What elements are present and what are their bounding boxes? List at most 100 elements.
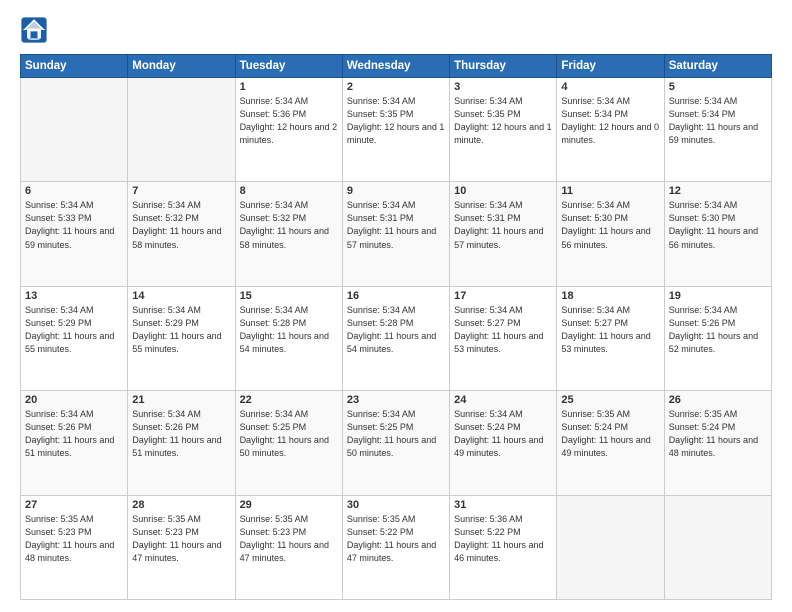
calendar-cell [128, 78, 235, 182]
day-number: 31 [454, 499, 552, 511]
calendar-cell: 21Sunrise: 5:34 AMSunset: 5:26 PMDayligh… [128, 391, 235, 495]
day-info: Sunrise: 5:34 AMSunset: 5:34 PMDaylight:… [561, 95, 659, 147]
day-number: 22 [240, 394, 338, 406]
calendar-cell: 19 Sunrise: 5:34 AMSunset: 5:26 PMDayligh… [664, 286, 771, 390]
day-info: Sunrise: 5:34 AMSunset: 5:32 PMDaylight:… [240, 199, 338, 251]
logo-icon [20, 16, 48, 44]
day-info: Sunrise: 5:34 AMSunset: 5:31 PMDaylight:… [347, 199, 445, 251]
day-info: Sunrise: 5:34 AMSunset: 5:36 PMDaylight:… [240, 95, 338, 147]
calendar-header-row: SundayMondayTuesdayWednesdayThursdayFrid… [21, 55, 772, 78]
day-number: 4 [561, 81, 659, 93]
day-info: Sunrise: 5:35 AMSunset: 5:23 PMDaylight:… [132, 513, 230, 565]
calendar-week-row: 27 Sunrise: 5:35 AMSunset: 5:23 PMDayligh… [21, 495, 772, 599]
calendar-cell: 25 Sunrise: 5:35 AMSunset: 5:24 PMDayligh… [557, 391, 664, 495]
day-number: 25 [561, 394, 659, 406]
day-info: Sunrise: 5:34 AMSunset: 5:27 PMDaylight:… [561, 304, 659, 356]
day-number: 13 [25, 290, 123, 302]
calendar-cell: 4 Sunrise: 5:34 AMSunset: 5:34 PMDaylight… [557, 78, 664, 182]
day-info: Sunrise: 5:34 AMSunset: 5:35 PMDaylight:… [454, 95, 552, 147]
day-info: Sunrise: 5:34 AMSunset: 5:32 PMDaylight:… [132, 199, 230, 251]
calendar-header-thursday: Thursday [450, 55, 557, 78]
day-info: Sunrise: 5:34 AMSunset: 5:26 PMDaylight:… [669, 304, 767, 356]
calendar-cell: 20Sunrise: 5:34 AMSunset: 5:26 PMDayligh… [21, 391, 128, 495]
day-info: Sunrise: 5:34 AMSunset: 5:31 PMDaylight:… [454, 199, 552, 251]
calendar-cell: 10 Sunrise: 5:34 AMSunset: 5:31 PMDayligh… [450, 182, 557, 286]
calendar-cell: 29 Sunrise: 5:35 AMSunset: 5:23 PMDayligh… [235, 495, 342, 599]
day-info: Sunrise: 5:34 AMSunset: 5:28 PMDaylight:… [347, 304, 445, 356]
calendar-cell: 23 Sunrise: 5:34 AMSunset: 5:25 PMDayligh… [342, 391, 449, 495]
day-number: 29 [240, 499, 338, 511]
calendar-cell: 14Sunrise: 5:34 AMSunset: 5:29 PMDayligh… [128, 286, 235, 390]
day-number: 23 [347, 394, 445, 406]
day-info: Sunrise: 5:34 AMSunset: 5:26 PMDaylight:… [132, 408, 230, 460]
calendar-cell: 28 Sunrise: 5:35 AMSunset: 5:23 PMDayligh… [128, 495, 235, 599]
calendar-cell: 5 Sunrise: 5:34 AMSunset: 5:34 PMDaylight… [664, 78, 771, 182]
day-number: 5 [669, 81, 767, 93]
day-info: Sunrise: 5:34 AMSunset: 5:30 PMDaylight:… [669, 199, 767, 251]
calendar-cell [557, 495, 664, 599]
header [20, 16, 772, 44]
day-number: 20 [25, 394, 123, 406]
day-number: 11 [561, 185, 659, 197]
day-number: 28 [132, 499, 230, 511]
day-number: 19 [669, 290, 767, 302]
day-info: Sunrise: 5:34 AMSunset: 5:34 PMDaylight:… [669, 95, 767, 147]
day-info: Sunrise: 5:34 AMSunset: 5:29 PMDaylight:… [132, 304, 230, 356]
calendar-header-sunday: Sunday [21, 55, 128, 78]
day-number: 16 [347, 290, 445, 302]
page: SundayMondayTuesdayWednesdayThursdayFrid… [0, 0, 792, 612]
calendar-cell: 7 Sunrise: 5:34 AMSunset: 5:32 PMDaylight… [128, 182, 235, 286]
calendar-cell: 18 Sunrise: 5:34 AMSunset: 5:27 PMDayligh… [557, 286, 664, 390]
calendar-cell [664, 495, 771, 599]
day-number: 27 [25, 499, 123, 511]
calendar-cell [21, 78, 128, 182]
day-number: 8 [240, 185, 338, 197]
day-number: 2 [347, 81, 445, 93]
day-info: Sunrise: 5:34 AMSunset: 5:27 PMDaylight:… [454, 304, 552, 356]
calendar-week-row: 13 Sunrise: 5:34 AMSunset: 5:29 PMDayligh… [21, 286, 772, 390]
calendar-cell: 8 Sunrise: 5:34 AMSunset: 5:32 PMDaylight… [235, 182, 342, 286]
day-info: Sunrise: 5:35 AMSunset: 5:22 PMDaylight:… [347, 513, 445, 565]
calendar-cell: 31Sunrise: 5:36 AMSunset: 5:22 PMDayligh… [450, 495, 557, 599]
calendar-cell: 12 Sunrise: 5:34 AMSunset: 5:30 PMDayligh… [664, 182, 771, 286]
day-info: Sunrise: 5:34 AMSunset: 5:24 PMDaylight:… [454, 408, 552, 460]
calendar-header-monday: Monday [128, 55, 235, 78]
calendar-cell: 26Sunrise: 5:35 AMSunset: 5:24 PMDayligh… [664, 391, 771, 495]
calendar-cell: 9 Sunrise: 5:34 AMSunset: 5:31 PMDaylight… [342, 182, 449, 286]
day-number: 10 [454, 185, 552, 197]
day-number: 6 [25, 185, 123, 197]
day-number: 7 [132, 185, 230, 197]
calendar-week-row: 20 Sunrise: 5:34 AMSunset: 5:26 PMDayligh… [21, 391, 772, 495]
day-number: 3 [454, 81, 552, 93]
day-number: 15 [240, 290, 338, 302]
day-info: Sunrise: 5:35 AMSunset: 5:24 PMDaylight:… [561, 408, 659, 460]
day-number: 17 [454, 290, 552, 302]
calendar-header-tuesday: Tuesday [235, 55, 342, 78]
calendar-cell: 27 Sunrise: 5:35 AMSunset: 5:23 PMDayligh… [21, 495, 128, 599]
logo [20, 16, 52, 44]
calendar-cell: 13 Sunrise: 5:34 AMSunset: 5:29 PMDayligh… [21, 286, 128, 390]
day-info: Sunrise: 5:34 AMSunset: 5:25 PMDaylight:… [347, 408, 445, 460]
calendar-cell: 2Sunrise: 5:34 AMSunset: 5:35 PMDaylight… [342, 78, 449, 182]
calendar-header-saturday: Saturday [664, 55, 771, 78]
day-info: Sunrise: 5:35 AMSunset: 5:23 PMDaylight:… [240, 513, 338, 565]
day-number: 9 [347, 185, 445, 197]
calendar-cell: 11Sunrise: 5:34 AMSunset: 5:30 PMDayligh… [557, 182, 664, 286]
day-info: Sunrise: 5:34 AMSunset: 5:25 PMDaylight:… [240, 408, 338, 460]
day-info: Sunrise: 5:34 AMSunset: 5:33 PMDaylight:… [25, 199, 123, 251]
calendar-cell: 24 Sunrise: 5:34 AMSunset: 5:24 PMDayligh… [450, 391, 557, 495]
calendar-week-row: 6 Sunrise: 5:34 AMSunset: 5:33 PMDaylight… [21, 182, 772, 286]
calendar-header-wednesday: Wednesday [342, 55, 449, 78]
calendar-week-row: 1 Sunrise: 5:34 AMSunset: 5:36 PMDaylight… [21, 78, 772, 182]
day-number: 30 [347, 499, 445, 511]
day-number: 24 [454, 394, 552, 406]
calendar-cell: 3 Sunrise: 5:34 AMSunset: 5:35 PMDaylight… [450, 78, 557, 182]
day-number: 12 [669, 185, 767, 197]
day-number: 18 [561, 290, 659, 302]
day-number: 1 [240, 81, 338, 93]
day-info: Sunrise: 5:35 AMSunset: 5:23 PMDaylight:… [25, 513, 123, 565]
day-info: Sunrise: 5:34 AMSunset: 5:29 PMDaylight:… [25, 304, 123, 356]
calendar-cell: 15Sunrise: 5:34 AMSunset: 5:28 PMDayligh… [235, 286, 342, 390]
day-number: 26 [669, 394, 767, 406]
calendar-cell: 1 Sunrise: 5:34 AMSunset: 5:36 PMDaylight… [235, 78, 342, 182]
